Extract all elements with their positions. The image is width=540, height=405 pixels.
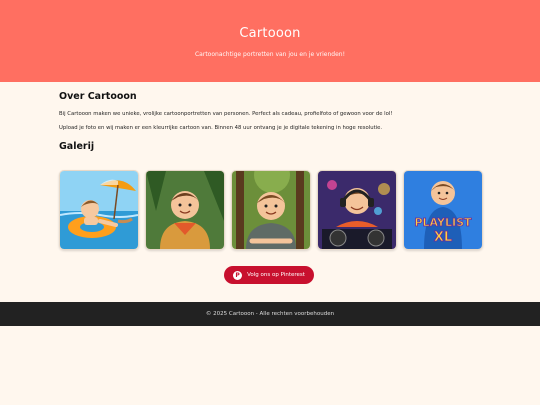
- pinterest-icon: P: [233, 270, 243, 280]
- playlist-text-line1: PLAYLIST: [414, 216, 472, 229]
- gallery-image-forest-boy[interactable]: [231, 170, 311, 250]
- site-tagline: Cartoonachtige portretten van jou en je …: [194, 51, 345, 58]
- site-title: Cartooon: [239, 26, 301, 41]
- footer-copyright: © 2025 Cartooon - Alle rechten voorbehou…: [205, 311, 335, 317]
- about-paragraph-2: Upload je foto en wij maken er een kleur…: [59, 125, 383, 131]
- playlist-text-line2: XL: [434, 230, 452, 245]
- about-heading: Over Cartooon: [59, 91, 137, 102]
- gallery-image-playlist-xl[interactable]: PLAYLIST XL: [403, 170, 483, 250]
- site-footer: © 2025 Cartooon - Alle rechten voorbehou…: [0, 302, 540, 326]
- site-header: Cartooon Cartoonachtige portretten van j…: [0, 0, 540, 82]
- pinterest-button-label: Volg ons op Pinterest: [247, 272, 305, 278]
- pinterest-follow-button[interactable]: P Volg ons op Pinterest: [224, 266, 314, 284]
- about-paragraph-1: Bij Cartooon maken we unieke, vrolijke c…: [59, 111, 393, 117]
- gallery-image-beach[interactable]: [59, 170, 139, 250]
- gallery-heading: Galerij: [59, 141, 95, 152]
- gallery-image-dj[interactable]: [317, 170, 397, 250]
- gallery-image-scout[interactable]: [145, 170, 225, 250]
- gallery: PLAYLIST XL: [59, 170, 489, 250]
